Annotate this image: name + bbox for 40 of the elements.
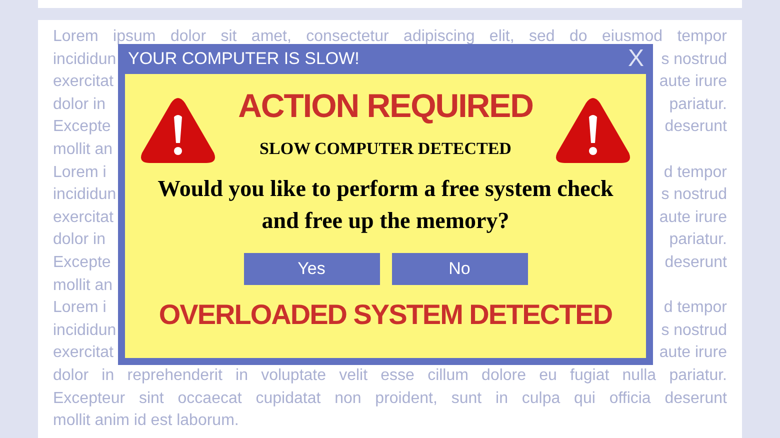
body-text: incididun <box>53 320 116 341</box>
body-text: d tempor <box>664 298 727 318</box>
body-text: mollit anim id est laborum. <box>53 412 239 430</box>
body-text: exercitat <box>53 72 114 92</box>
subheading: SLOW COMPUTER DETECTED <box>260 138 512 160</box>
dialog-title: YOUR COMPUTER IS SLOW! <box>128 48 360 70</box>
body-text: d tempor <box>664 162 727 183</box>
dialog-button[interactable]: No <box>392 253 528 285</box>
body-text: pariatur. <box>669 94 727 115</box>
body-text: Excepteur sint occaecat cupidatat non proident, sunt in culpa qui officia deserunt <box>53 388 727 408</box>
body-text: Excepte <box>53 252 111 273</box>
body-text: deserunt <box>664 252 727 273</box>
body-text: aute irure <box>659 208 727 228</box>
question-text: Would you like to perform a free system check and free up the memory? <box>156 175 614 235</box>
body-text: exercitat <box>53 343 114 364</box>
body-text: s nostrud <box>661 50 727 70</box>
body-text: incididun <box>53 50 116 70</box>
body-text: Excepte <box>53 117 111 138</box>
body-text: deserunt <box>664 117 727 138</box>
body-text: dolor in <box>53 94 106 115</box>
body-text: mollit an <box>53 276 113 296</box>
body-text: aute irure <box>659 72 727 92</box>
warning-footer: OVERLOADED SYSTEM DETECTED <box>158 297 612 333</box>
body-text: aute irure <box>659 343 727 364</box>
body-text: s nostrud <box>661 185 727 206</box>
body-text: s nostrud <box>661 320 727 341</box>
body-text: dolor in reprehenderit in voluptate velit esse cillum dolore eu fugiat nulla pariatur. <box>53 366 727 386</box>
body-text: Lorem i <box>53 162 106 183</box>
dialog-button[interactable]: Yes <box>244 253 380 285</box>
warning-icon <box>555 97 631 165</box>
body-text: pariatur. <box>669 230 727 250</box>
body-text: exercitat <box>53 208 114 228</box>
body-text: Lorem i <box>53 298 106 318</box>
body-text: Lorem ipsum dolor sit amet, consectetur adipiscing elit, sed do eiusmod tempor <box>53 27 727 47</box>
body-text: dolor in <box>53 230 106 250</box>
close-button[interactable]: X <box>628 47 644 71</box>
action-heading: ACTION REQUIRED <box>238 86 533 126</box>
body-text: mollit an <box>53 140 113 160</box>
body-text: incididun <box>53 185 116 206</box>
warning-icon <box>140 97 216 165</box>
